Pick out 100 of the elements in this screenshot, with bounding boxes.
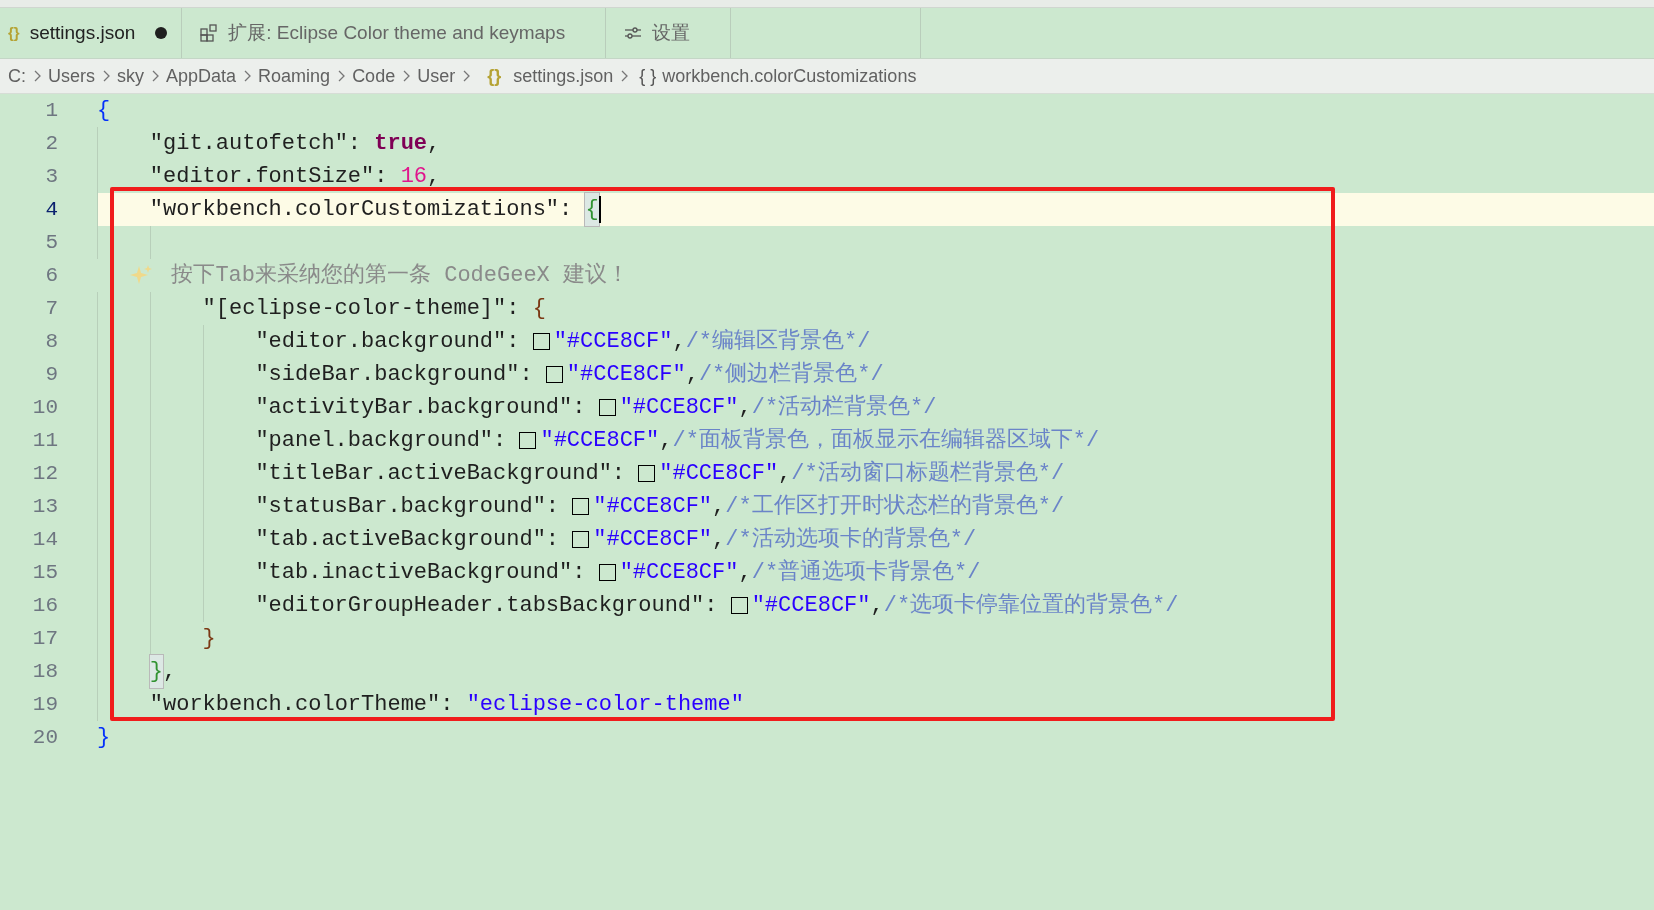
comment: /*活动选项卡的背景色*/ bbox=[725, 525, 977, 554]
comment: /*工作区打开时状态栏的背景色*/ bbox=[725, 492, 1065, 521]
string-value: "eclipse-color-theme" bbox=[466, 691, 744, 719]
line-number: 17 bbox=[31, 625, 58, 652]
breadcrumb-item[interactable]: settings.json bbox=[513, 62, 614, 90]
brace: { bbox=[532, 295, 546, 323]
brace: } bbox=[97, 724, 111, 752]
punctuation: : bbox=[493, 427, 508, 455]
color-swatch[interactable] bbox=[519, 432, 537, 449]
line-number: 2 bbox=[44, 130, 58, 157]
punctuation: , bbox=[778, 460, 792, 488]
color-swatch[interactable] bbox=[545, 366, 563, 383]
chevron-right-icon bbox=[461, 69, 472, 83]
line-number: 8 bbox=[44, 328, 58, 355]
json-key: "editor.background" bbox=[255, 325, 507, 358]
inline-suggestion: 按下Tab来采纳您的第一条 CodeGeeX 建议！ bbox=[171, 262, 630, 290]
json-key: "git.autofetch" bbox=[149, 127, 348, 160]
punctuation: , bbox=[685, 361, 699, 389]
comment: /*面板背景色，面板显示在编辑器区域下*/ bbox=[672, 426, 1100, 455]
text-cursor bbox=[598, 196, 601, 223]
string-value: "#CCE8CF" bbox=[619, 394, 739, 422]
json-key: "activityBar.background" bbox=[255, 391, 573, 424]
brace: { bbox=[585, 193, 599, 226]
json-key: "tab.inactiveBackground" bbox=[255, 556, 573, 589]
punctuation: : bbox=[611, 460, 627, 488]
editor-tab[interactable]: {} settings.json bbox=[0, 8, 183, 58]
breadcrumb-item[interactable]: Roaming bbox=[258, 62, 331, 90]
color-swatch[interactable] bbox=[638, 465, 656, 482]
number-value: 16 bbox=[400, 163, 428, 191]
color-swatch[interactable] bbox=[598, 564, 616, 581]
line-number: 15 bbox=[31, 559, 58, 586]
json-key: "editor.fontSize" bbox=[149, 160, 375, 193]
punctuation: : bbox=[559, 196, 574, 224]
punctuation: : bbox=[347, 130, 363, 158]
comment: /*活动窗口标题栏背景色*/ bbox=[791, 459, 1065, 488]
string-value: "#CCE8CF" bbox=[751, 592, 871, 620]
json-key: "tab.activeBackground" bbox=[255, 523, 546, 556]
line-number: 20 bbox=[31, 724, 58, 751]
punctuation: , bbox=[659, 427, 673, 455]
punctuation: : bbox=[572, 394, 587, 422]
string-value: "#CCE8CF" bbox=[566, 361, 686, 389]
line-number: 1 bbox=[44, 97, 58, 124]
chevron-right-icon bbox=[150, 69, 160, 83]
punctuation: : bbox=[506, 295, 521, 323]
line-number: 3 bbox=[44, 163, 58, 190]
punctuation: : bbox=[440, 691, 455, 719]
line-number: 7 bbox=[44, 295, 58, 322]
line-number: 14 bbox=[31, 526, 58, 553]
brace: { bbox=[97, 97, 111, 125]
punctuation: : bbox=[545, 526, 561, 554]
comment: /*活动栏背景色*/ bbox=[751, 393, 937, 422]
line-number: 11 bbox=[31, 427, 58, 454]
line-number: 16 bbox=[31, 592, 58, 619]
braces-icon: { } bbox=[639, 62, 657, 90]
line-number: 9 bbox=[44, 361, 58, 388]
brace: } bbox=[149, 655, 163, 688]
color-swatch[interactable] bbox=[532, 333, 550, 350]
chevron-right-icon bbox=[242, 69, 253, 83]
breadcrumb-item[interactable]: sky bbox=[117, 62, 144, 90]
punctuation: , bbox=[427, 163, 441, 191]
breadcrumb-item[interactable]: C: bbox=[8, 62, 26, 90]
breadcrumb-item[interactable]: workbench.colorCustomizations bbox=[662, 62, 917, 90]
string-value: "#CCE8CF" bbox=[553, 328, 673, 356]
line-number: 10 bbox=[31, 394, 58, 421]
chevron-right-icon bbox=[32, 69, 42, 83]
chevron-right-icon bbox=[619, 69, 630, 83]
color-swatch[interactable] bbox=[572, 498, 590, 515]
string-value: "#CCE8CF" bbox=[540, 427, 660, 455]
breadcrumb-item[interactable]: AppData bbox=[166, 62, 237, 90]
json-key: "workbench.colorCustomizations" bbox=[149, 193, 560, 226]
punctuation: , bbox=[738, 559, 752, 587]
brace: } bbox=[202, 625, 216, 653]
punctuation: , bbox=[738, 394, 752, 422]
breadcrumb-item[interactable]: User bbox=[417, 62, 456, 90]
line-number: 13 bbox=[31, 493, 58, 520]
punctuation: : bbox=[572, 559, 587, 587]
breadcrumb-item[interactable]: Users bbox=[48, 62, 95, 90]
color-swatch[interactable] bbox=[730, 597, 748, 614]
editor-tab[interactable]: 设置 bbox=[606, 8, 732, 58]
extensions-icon bbox=[200, 24, 219, 42]
punctuation: , bbox=[712, 493, 726, 521]
string-value: "#CCE8CF" bbox=[593, 526, 713, 554]
string-value: "#CCE8CF" bbox=[659, 460, 779, 488]
punctuation: : bbox=[704, 592, 719, 620]
line-number: 12 bbox=[31, 460, 58, 487]
chevron-right-icon bbox=[401, 69, 412, 83]
json-key: "[eclipse-color-theme]" bbox=[202, 292, 507, 325]
line-number: 18 bbox=[31, 658, 58, 685]
punctuation: : bbox=[519, 361, 534, 389]
breadcrumb-item[interactable]: Code bbox=[352, 62, 396, 90]
editor-tab[interactable]: 扩展: Eclipse Color theme and keymaps bbox=[182, 8, 607, 58]
boolean-value: true bbox=[374, 130, 428, 158]
string-value: "#CCE8CF" bbox=[593, 493, 713, 521]
color-swatch[interactable] bbox=[598, 399, 616, 416]
string-value: "#CCE8CF" bbox=[619, 559, 739, 587]
json-key: "statusBar.background" bbox=[255, 490, 546, 523]
line-number: 4 bbox=[44, 196, 58, 223]
punctuation: , bbox=[163, 658, 177, 686]
color-swatch[interactable] bbox=[572, 531, 590, 548]
line-number: 6 bbox=[44, 262, 58, 289]
